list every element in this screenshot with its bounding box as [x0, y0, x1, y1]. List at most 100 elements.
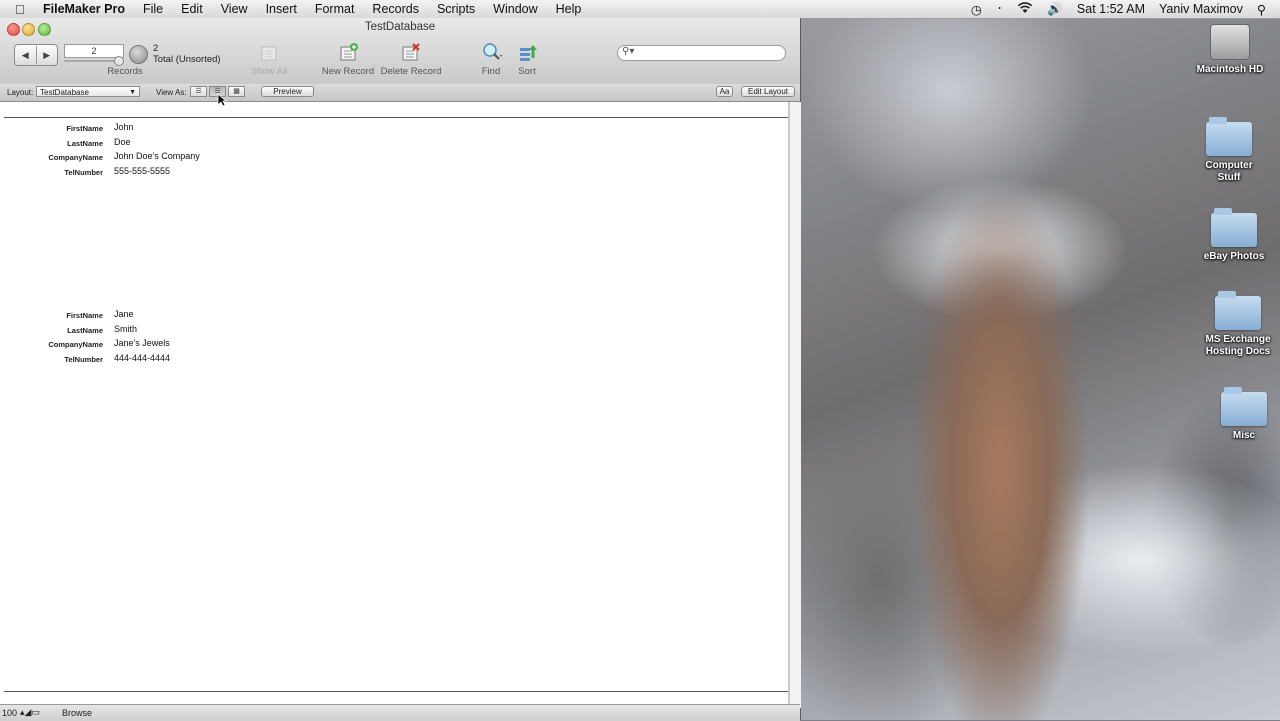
- menu-scripts[interactable]: Scripts: [437, 2, 475, 16]
- field-value-lastname[interactable]: Doe: [114, 137, 131, 147]
- field-row-telnumber: TelNumber 555-555-5555: [0, 165, 400, 179]
- delete-record-button[interactable]: Delete Record: [378, 66, 444, 77]
- desktop-icon-ms-exchange[interactable]: MS Exchange Hosting Docs: [1198, 291, 1278, 358]
- desktop-icon-label: Macintosh HD: [1196, 64, 1264, 75]
- menu-user[interactable]: Yaniv Maximov: [1159, 2, 1243, 16]
- records-label: Records: [107, 66, 143, 77]
- folder-icon: [1211, 208, 1257, 247]
- desktop-icon-computer-stuff[interactable]: Computer Stuff: [1189, 117, 1269, 184]
- layout-select-value: TestDatabase: [40, 88, 89, 97]
- hard-drive-icon: [1210, 24, 1250, 60]
- field-row-firstname: FirstName Jane: [0, 308, 400, 322]
- found-total-label: Total (Unsorted): [153, 54, 221, 65]
- desktop-icon-label: MS Exchange Hosting Docs: [1205, 334, 1271, 357]
- find-icon[interactable]: [482, 42, 504, 67]
- view-as-table-button[interactable]: ▦: [228, 86, 245, 97]
- record-navigator[interactable]: ◀ ▶: [14, 44, 58, 66]
- field-label: FirstName: [66, 124, 103, 133]
- bluetooth-icon[interactable]: ᛫: [996, 2, 1004, 16]
- field-value-firstname[interactable]: John: [114, 122, 134, 132]
- quick-find-input[interactable]: [617, 45, 786, 61]
- window-toolbar: TestDatabase ◀ ▶ 2 Records 2 Total (Unso…: [0, 18, 800, 85]
- layout-label: Layout:: [7, 88, 34, 97]
- filemaker-window: TestDatabase ◀ ▶ 2 Records 2 Total (Unso…: [0, 18, 801, 721]
- apple-menu-icon[interactable]: : [15, 2, 31, 17]
- mode-popup[interactable]: Browse: [62, 708, 92, 718]
- desktop-icon-label: Computer Stuff: [1205, 160, 1253, 183]
- chevron-down-icon: ▼: [129, 89, 136, 96]
- volume-icon[interactable]: 🔊: [1047, 2, 1063, 17]
- menu-app-name[interactable]: FileMaker Pro: [43, 2, 125, 16]
- menu-insert[interactable]: Insert: [266, 2, 297, 16]
- layout-select[interactable]: TestDatabase ▼: [36, 86, 140, 97]
- field-label: FirstName: [66, 311, 103, 320]
- field-value-telnumber[interactable]: 444-444-4444: [114, 353, 170, 363]
- status-bar: 100 ▴◢▭ Browse: [0, 704, 800, 721]
- header-divider: [4, 117, 788, 118]
- desktop-icon-label: eBay Photos: [1203, 251, 1265, 262]
- field-row-companyname: CompanyName Jane's Jewels: [0, 337, 400, 351]
- vertical-scrollbar[interactable]: [789, 102, 801, 708]
- field-label: LastName: [67, 325, 103, 335]
- show-all-icon[interactable]: [260, 44, 278, 67]
- field-row-lastname: LastName Smith: [0, 323, 400, 337]
- found-set-pie-icon: [129, 45, 148, 64]
- field-row-telnumber: TelNumber 444-444-4444: [0, 352, 400, 366]
- formatting-bar-button[interactable]: Aa: [716, 86, 733, 97]
- field-row-firstname: FirstName John: [0, 121, 400, 135]
- find-button[interactable]: Find: [476, 66, 506, 77]
- record-slider-knob[interactable]: [114, 56, 124, 66]
- field-value-companyname[interactable]: Jane's Jewels: [114, 338, 170, 348]
- spotlight-icon[interactable]: ⚲: [1257, 2, 1266, 17]
- field-value-telnumber[interactable]: 555-555-5555: [114, 166, 170, 176]
- view-as-label: View As:: [156, 88, 187, 97]
- field-row-companyname: CompanyName John Doe's Company: [0, 150, 400, 164]
- window-title: TestDatabase: [364, 21, 436, 33]
- field-value-lastname[interactable]: Smith: [114, 324, 137, 334]
- delete-record-icon[interactable]: [401, 42, 421, 67]
- new-record-icon[interactable]: [339, 42, 359, 67]
- desktop-icon-macintosh-hd[interactable]: Macintosh HD: [1190, 24, 1270, 76]
- desktop-icon-misc[interactable]: Misc: [1204, 387, 1280, 442]
- menu-format[interactable]: Format: [315, 2, 355, 16]
- folder-icon: [1206, 117, 1252, 156]
- layout-bar: Layout: TestDatabase ▼ View As: ☰ ☰ ▦ Pr…: [0, 84, 800, 102]
- field-label: TelNumber: [64, 354, 103, 364]
- menu-view[interactable]: View: [221, 2, 248, 16]
- time-machine-icon[interactable]: ◷: [971, 2, 982, 17]
- field-row-lastname: LastName Doe: [0, 136, 400, 150]
- current-record-field[interactable]: 2: [64, 44, 124, 58]
- field-label: CompanyName: [48, 153, 103, 162]
- desktop-icon-label: Misc: [1232, 430, 1256, 441]
- menu-help[interactable]: Help: [556, 2, 582, 16]
- field-value-companyname[interactable]: John Doe's Company: [114, 151, 200, 161]
- menu-records[interactable]: Records: [372, 2, 419, 16]
- mouse-cursor-icon: [217, 93, 228, 112]
- menu-bar:  FileMaker Pro File Edit View Insert Fo…: [0, 0, 1280, 19]
- record-list: FirstName John LastName Doe CompanyName …: [0, 102, 789, 708]
- field-label: CompanyName: [48, 340, 103, 349]
- preview-button[interactable]: Preview: [261, 86, 314, 97]
- search-icon: ⚲▾: [622, 46, 635, 57]
- view-as-form-button[interactable]: ☰: [190, 86, 207, 97]
- next-record-icon[interactable]: ▶: [37, 50, 58, 61]
- show-all-button[interactable]: Show All: [244, 66, 294, 77]
- wifi-icon[interactable]: [1017, 1, 1033, 17]
- sort-icon[interactable]: [518, 42, 538, 67]
- sort-button[interactable]: Sort: [512, 66, 542, 77]
- menu-edit[interactable]: Edit: [181, 2, 203, 16]
- desktop-icon-ebay-photos[interactable]: eBay Photos: [1194, 208, 1274, 263]
- previous-record-icon[interactable]: ◀: [15, 50, 36, 61]
- edit-layout-button[interactable]: Edit Layout: [741, 86, 795, 97]
- field-value-firstname[interactable]: Jane: [114, 309, 134, 319]
- field-label: TelNumber: [64, 167, 103, 177]
- folder-icon: [1221, 387, 1267, 426]
- found-count: 2: [153, 43, 159, 54]
- menu-file[interactable]: File: [143, 2, 163, 16]
- new-record-button[interactable]: New Record: [318, 66, 378, 77]
- menu-window[interactable]: Window: [493, 2, 537, 16]
- menu-clock[interactable]: Sat 1:52 AM: [1077, 2, 1145, 16]
- zoom-level[interactable]: 100: [2, 708, 17, 718]
- field-label: LastName: [67, 138, 103, 148]
- zoom-controls-icon[interactable]: ▴◢▭: [20, 707, 40, 718]
